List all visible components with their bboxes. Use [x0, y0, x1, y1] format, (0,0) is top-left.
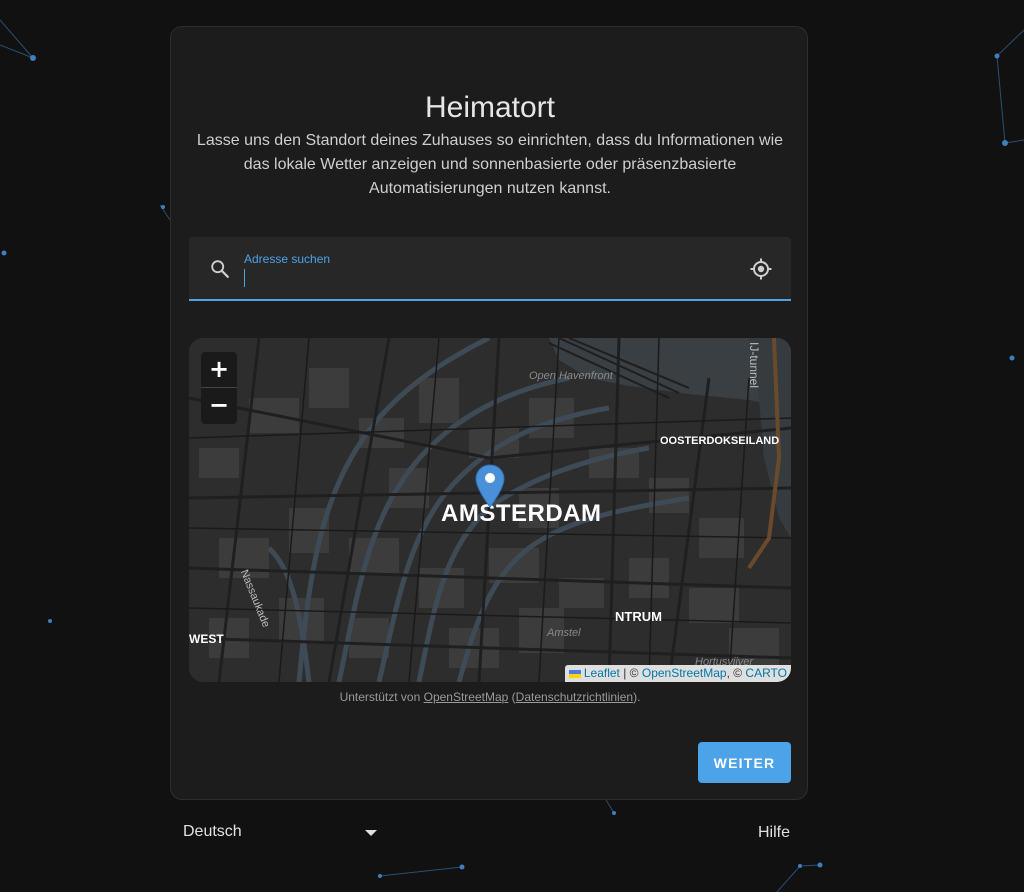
attrib-sep-1: | © [619, 666, 642, 680]
location-map[interactable]: + − Open Havenfront OOSTERDOKSEILAND AMS… [189, 338, 791, 682]
ukraine-flag-icon [568, 669, 581, 678]
privacy-policy-link[interactable]: Datenschutzrichtlinien [516, 690, 633, 704]
address-search-input[interactable] [244, 267, 724, 289]
onboarding-card: Heimatort Lasse uns den Standort deines … [170, 26, 808, 800]
map-label-city: AMSTERDAM [441, 500, 602, 527]
map-label-centrum: NTRUM [615, 609, 662, 624]
search-label: Adresse suchen [244, 252, 331, 266]
map-label-amstel: Amstel [547, 627, 581, 639]
powered-by-text: Unterstützt von OpenStreetMap (Datenschu… [171, 690, 809, 704]
help-link[interactable]: Hilfe [758, 824, 790, 842]
text-caret [244, 269, 245, 287]
address-search-field[interactable]: Adresse suchen [189, 237, 791, 301]
map-label-oosterdokseiland: OOSTERDOKSEILAND [660, 435, 780, 447]
leaflet-link[interactable]: Leaflet [584, 666, 620, 680]
search-icon [211, 260, 229, 278]
map-attribution: Leaflet | © OpenStreetMap, © CARTO [564, 665, 791, 682]
attrib-sep-2: , © [726, 666, 746, 680]
powered-prefix: Unterstützt von [339, 690, 424, 704]
powered-paren-open: ( [508, 690, 516, 704]
next-button[interactable]: WEITER [698, 742, 791, 783]
dropdown-arrow-icon [365, 830, 377, 836]
page-title: Heimatort [424, 91, 556, 124]
powered-paren-close: ). [633, 690, 641, 704]
language-select[interactable]: Deutsch [183, 823, 383, 847]
carto-link[interactable]: CARTO [745, 666, 787, 680]
location-pin-icon[interactable] [474, 464, 506, 508]
openstreetmap-link[interactable]: OpenStreetMap [424, 690, 509, 704]
my-location-icon[interactable] [749, 257, 773, 281]
zoom-controls: + − [201, 352, 237, 424]
zoom-out-button[interactable]: − [201, 388, 237, 424]
map-label-havenfront: Open Havenfront [529, 370, 613, 382]
map-label-tunnel: IJ-tunnel [747, 342, 761, 389]
language-value: Deutsch [183, 823, 242, 840]
map-label-west: WEST [189, 632, 224, 646]
intro-text: Lasse uns den Standort deines Zuhauses s… [196, 132, 784, 197]
zoom-in-button[interactable]: + [201, 352, 237, 388]
osm-attrib-link[interactable]: OpenStreetMap [642, 666, 727, 680]
